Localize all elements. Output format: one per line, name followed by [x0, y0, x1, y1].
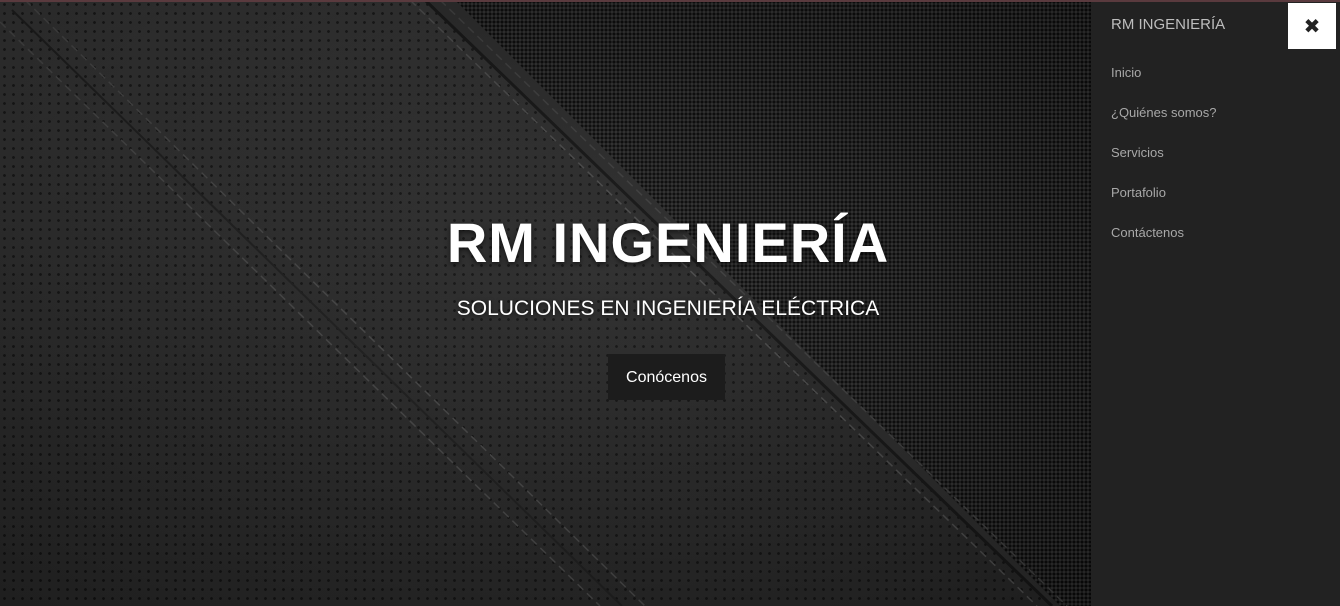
menu-link-quienes-somos[interactable]: ¿Quiénes somos?: [1111, 105, 1217, 120]
menu-item-portafolio: Portafolio: [1111, 182, 1217, 222]
conocenos-button[interactable]: Conócenos: [608, 354, 725, 400]
menu-link-inicio[interactable]: Inicio: [1111, 65, 1141, 80]
close-menu-button[interactable]: ✖: [1288, 3, 1336, 49]
menu-list: Inicio ¿Quiénes somos? Servicios Portafo…: [1111, 62, 1217, 262]
menu-link-servicios[interactable]: Servicios: [1111, 145, 1164, 160]
menu-item-inicio: Inicio: [1111, 62, 1217, 102]
hero-section: [0, 0, 1091, 606]
page: RM INGENIERÍA SOLUCIONES EN INGENIERÍA E…: [0, 0, 1340, 606]
hero-stitching-decoration: [0, 0, 1068, 606]
menu-link-portafolio[interactable]: Portafolio: [1111, 185, 1166, 200]
menu-item-contactenos: Contáctenos: [1111, 222, 1217, 262]
top-border: [0, 0, 1340, 2]
menu-item-servicios: Servicios: [1111, 142, 1217, 182]
menu-brand[interactable]: RM INGENIERÍA: [1111, 16, 1225, 33]
close-icon: ✖: [1303, 14, 1321, 38]
menu-link-contactenos[interactable]: Contáctenos: [1111, 225, 1184, 240]
side-menu: RM INGENIERÍA Inicio ¿Quiénes somos? Ser…: [1091, 0, 1340, 606]
menu-item-quienes-somos: ¿Quiénes somos?: [1111, 102, 1217, 142]
